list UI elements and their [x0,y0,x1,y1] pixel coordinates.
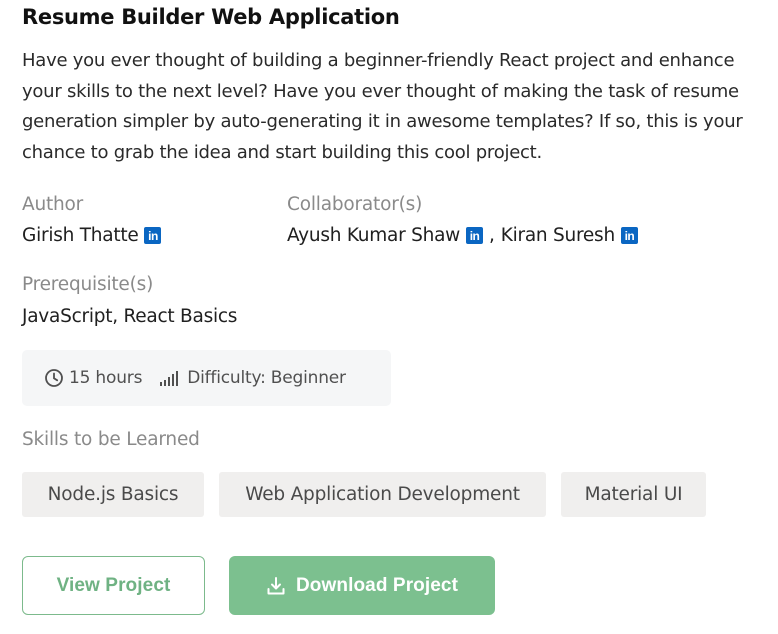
linkedin-icon[interactable]: in [466,227,484,244]
prerequisites-value: JavaScript, React Basics [22,306,238,327]
collaborator-separator: , [489,225,495,246]
linkedin-icon[interactable]: in [144,227,162,244]
duration-item: 15 hours [44,368,142,388]
skill-chip: Material UI [561,472,706,517]
linkedin-icon[interactable]: in [620,227,638,244]
duration-text: 15 hours [69,368,143,388]
download-project-button[interactable]: Download Project [229,556,495,615]
clock-icon [44,368,64,388]
view-project-label: View Project [56,574,171,596]
download-project-label: Download Project [295,574,459,596]
difficulty-text: Difficulty: Beginner [187,368,346,388]
collaborators-label: Collaborator(s) [287,194,423,215]
download-icon [266,576,286,596]
skill-chip: Web Application Development [219,472,546,517]
skill-chip: Node.js Basics [22,472,204,517]
project-title: Resume Builder Web Application [22,5,400,29]
author-value: Girish Thatte in [22,225,162,246]
author-name: Girish Thatte [22,225,139,246]
author-label: Author [22,194,84,215]
collaborator-name: Ayush Kumar Shaw [287,225,461,246]
project-meta-box: 15 hours Difficulty: Beginner [22,350,391,406]
signal-bars-icon [159,368,181,388]
difficulty-item: Difficulty: Beginner [159,368,346,388]
view-project-button[interactable]: View Project [22,556,205,615]
collaborators-value: Ayush Kumar Shaw in , Kiran Suresh in [287,225,638,246]
collaborator-name: Kiran Suresh [500,225,615,246]
project-description: Have you ever thought of building a begi… [22,50,743,163]
prerequisites-label: Prerequisite(s) [22,274,154,295]
skills-label: Skills to be Learned [22,429,200,450]
